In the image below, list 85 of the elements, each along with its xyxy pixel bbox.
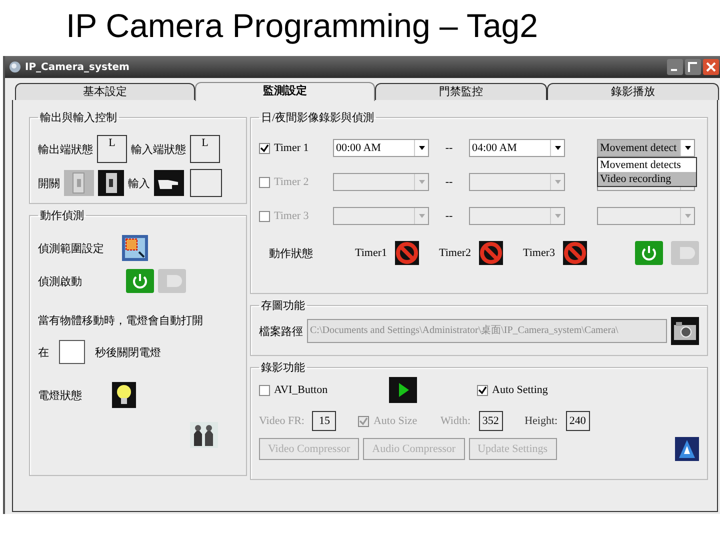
power-icon[interactable] (635, 241, 663, 265)
close-button[interactable] (703, 59, 719, 75)
caret-icon (684, 146, 690, 150)
caret-icon (684, 214, 690, 218)
dropdown-option[interactable]: Video recording (598, 172, 696, 186)
field-label: 在 (38, 346, 49, 360)
caret-icon (554, 214, 560, 218)
field-label: 開關 (38, 176, 60, 190)
caret-icon (554, 146, 560, 150)
field-label: Video FR: (259, 415, 304, 427)
group-title: 日/夜間影像錄影與偵測 (260, 110, 376, 125)
region-select-icon[interactable] (122, 235, 148, 261)
dropdown-option[interactable]: Movement detects (598, 158, 696, 172)
prohibited-icon (395, 241, 419, 265)
slide-title: IP Camera Programming – Tag2 (65, 6, 540, 46)
checkbox-label: Timer 1 (274, 142, 309, 154)
caret-icon (418, 214, 424, 218)
caret-icon (418, 180, 424, 184)
dropdown[interactable] (469, 173, 565, 191)
value-box (190, 169, 222, 197)
field-label: Height: (524, 415, 558, 427)
prohibited-icon (563, 241, 587, 265)
checkbox[interactable] (259, 384, 270, 396)
dropdown[interactable]: 04:00 AM (469, 139, 565, 157)
field-label: 當有物體移動時，電燈會自動打開 (38, 314, 203, 328)
value-box: 15 (312, 411, 336, 431)
checkbox[interactable] (259, 176, 270, 188)
tab[interactable]: 門禁監控 (375, 83, 547, 100)
field-label: 動作狀態 (268, 246, 314, 260)
input-field[interactable] (59, 340, 85, 364)
play-icon[interactable] (389, 377, 417, 403)
minimize-button[interactable] (667, 59, 683, 75)
field-label: 偵測範圍設定 (38, 242, 104, 256)
tab[interactable]: 錄影播放 (547, 83, 719, 100)
separator-text: -- (444, 176, 454, 188)
field-label: 檔案路徑 (259, 324, 303, 338)
value-box: 240 (566, 411, 590, 431)
caret-icon (418, 146, 424, 150)
tab[interactable]: 基本設定 (15, 83, 195, 100)
field-label: Width: (440, 415, 471, 427)
field-label: 偵測啟動 (38, 274, 83, 288)
field-label: 秒後關閉電燈 (95, 346, 161, 360)
dropdown[interactable]: 00:00 AM (333, 139, 429, 157)
tab[interactable]: 監測設定 (195, 82, 375, 101)
checkbox[interactable] (477, 384, 488, 396)
door-icon[interactable] (98, 170, 124, 196)
value-box: L (190, 135, 220, 163)
prohibited-icon (479, 241, 503, 265)
dropdown[interactable] (333, 207, 429, 225)
camera-icon[interactable] (671, 317, 699, 345)
light-bulb-icon (112, 382, 136, 408)
group-title: 輸出與輸入控制 (39, 111, 118, 125)
checkbox-label: Timer 2 (274, 176, 309, 188)
group-title: 錄影功能 (260, 361, 306, 375)
people-icon[interactable] (190, 422, 218, 448)
dropdown[interactable] (333, 173, 429, 191)
field-label: 輸入端狀態 (131, 142, 186, 156)
checkbox[interactable] (358, 416, 370, 426)
status-label: Timer2 (439, 247, 471, 259)
value-box: L (97, 135, 127, 163)
app-icon (9, 61, 21, 73)
field-label: 電燈狀態 (38, 388, 82, 402)
dropdown[interactable] (469, 207, 565, 225)
field-label: 輸出端狀態 (38, 142, 93, 156)
dropdown[interactable] (597, 207, 695, 225)
window-title: IP_Camera_system (25, 62, 130, 72)
field-label: 輸入 (128, 176, 150, 190)
checkbox-label: AVI_Button (274, 384, 328, 396)
separator-text: -- (444, 210, 454, 222)
status-label: Timer1 (355, 247, 387, 259)
maximize-button[interactable] (685, 59, 701, 75)
status-label: Timer3 (523, 247, 555, 259)
group-title: 動作偵測 (39, 209, 85, 223)
checkbox-label: Auto Setting (492, 384, 548, 396)
pointing-hand-icon[interactable] (154, 170, 184, 196)
power-icon[interactable] (126, 269, 154, 293)
value-box: 352 (478, 411, 503, 431)
group-title: 存圖功能 (260, 299, 306, 313)
separator-text: -- (444, 142, 454, 154)
checkbox[interactable] (259, 142, 270, 154)
checkbox-label: Timer 3 (274, 210, 309, 222)
checkbox-label: Auto Size (373, 415, 418, 427)
triangle-logo-icon[interactable] (675, 437, 699, 461)
caret-icon (554, 180, 560, 184)
checkbox[interactable] (259, 210, 270, 222)
